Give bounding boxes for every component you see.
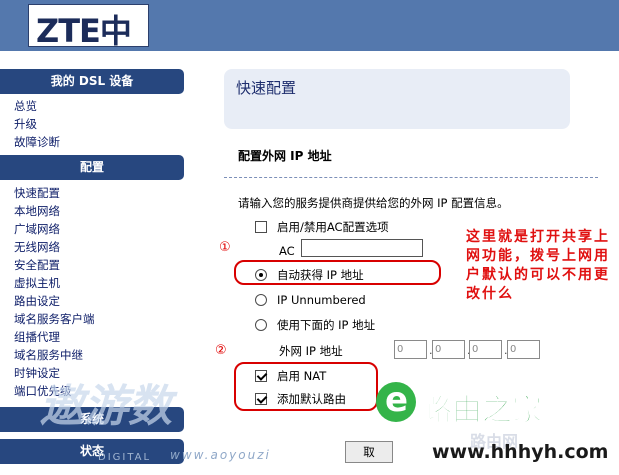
- wan-ip-label: 外网 IP 地址: [279, 344, 343, 358]
- sidebar-item-multicast[interactable]: 组播代理: [14, 329, 60, 345]
- header: ZTE中兴: [0, 0, 619, 96]
- enable-ac-checkbox[interactable]: [255, 221, 267, 233]
- annotation-marker-2: ②: [215, 343, 227, 358]
- annotation-marker-1: ①: [219, 240, 231, 255]
- annotation-oval-auto-ip: [234, 260, 441, 285]
- ac-label: AC: [279, 244, 295, 258]
- aoyou-watermark: 遨游数: [40, 381, 172, 432]
- page-title: 快速配置: [236, 79, 297, 97]
- divider: [224, 177, 598, 178]
- sidebar-item-upgrade[interactable]: 升级: [14, 116, 37, 132]
- annotation-note: 这里就是打开共享上网功能，拨号上网用户默认的可以不用更改什么: [466, 229, 610, 302]
- sidebar-item-diagnostics[interactable]: 故障诊断: [14, 134, 60, 150]
- wan-ip-octet-3[interactable]: 0: [469, 340, 502, 359]
- sidebar-item-wan[interactable]: 广域网络: [14, 221, 60, 237]
- radio-ip-unnumbered[interactable]: [255, 294, 267, 306]
- enable-ac-row: 启用/禁用AC配置选项: [255, 219, 389, 235]
- sidebar-item-dns-client[interactable]: 域名服务客户端: [14, 311, 95, 327]
- radio-unnumbered-label: IP Unnumbered: [277, 293, 366, 307]
- radio-manual-ip[interactable]: [255, 319, 267, 331]
- radio-unnumbered-row: IP Unnumbered: [255, 293, 366, 307]
- radio-manual-row: 使用下面的 IP 地址: [255, 317, 375, 333]
- sidebar-head-status[interactable]: 状态: [0, 439, 184, 464]
- sidebar-item-wireless[interactable]: 无线网络: [14, 239, 60, 255]
- ac-input[interactable]: [301, 239, 423, 257]
- brand-url-watermark: www.hhhyh.com: [432, 441, 609, 463]
- sidebar-item-dns-relay[interactable]: 域名服务中继: [14, 347, 83, 363]
- sidebar-head-my-dsl[interactable]: 我的 DSL 设备: [0, 69, 184, 94]
- sidebar-item-virtual-host[interactable]: 虚拟主机: [14, 275, 60, 291]
- wan-ip-octet-1[interactable]: 0: [394, 340, 427, 359]
- radio-manual-label: 使用下面的 IP 地址: [277, 318, 376, 332]
- aoyou-url-watermark: www.aoyouzi: [170, 448, 271, 462]
- sidebar-item-local-network[interactable]: 本地网络: [14, 203, 60, 219]
- cancel-button[interactable]: 取: [345, 441, 393, 463]
- annotation-oval-nat: [234, 362, 378, 411]
- wan-ip-octet-4[interactable]: 0: [507, 340, 540, 359]
- sidebar-head-config[interactable]: 配置: [0, 155, 184, 180]
- sidebar-item-quick-config[interactable]: 快速配置: [14, 185, 60, 201]
- sidebar-item-security[interactable]: 安全配置: [14, 257, 60, 273]
- section-title: 配置外网 IP 地址: [238, 149, 332, 163]
- zte-logo: ZTE中兴: [28, 4, 149, 96]
- brand-name-watermark: 路由之家: [422, 393, 543, 429]
- wan-ip-octet-2[interactable]: 0: [432, 340, 465, 359]
- title-panel: 快速配置: [224, 69, 570, 129]
- brand-logo-icon: [376, 380, 416, 422]
- sidebar-item-routing[interactable]: 路由设定: [14, 293, 60, 309]
- digital-watermark: DIGITAL: [98, 452, 152, 463]
- sidebar-item-overview[interactable]: 总览: [14, 98, 37, 114]
- instruction-text: 请输入您的服务提供商提供给您的外网 IP 配置信息。: [238, 196, 509, 210]
- enable-ac-label: 启用/禁用AC配置选项: [277, 220, 389, 234]
